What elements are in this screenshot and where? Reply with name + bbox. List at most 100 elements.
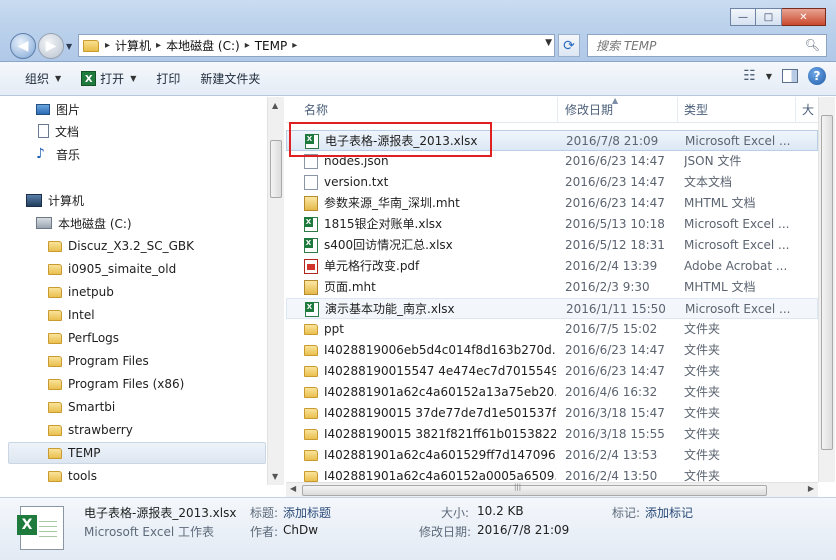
folder-icon [304, 345, 318, 356]
recent-pages-dropdown[interactable]: ▼ [66, 42, 72, 51]
refresh-button[interactable]: ⟳ [558, 34, 580, 57]
details-tags-value[interactable]: 添加标记 [645, 504, 693, 521]
nav-item-folder[interactable]: tools [48, 465, 97, 485]
file-row[interactable]: 演示基本功能_南京.xlsx 2016/1/11 15:50 Microsoft E… [286, 298, 818, 319]
column-name[interactable]: 名称 [298, 97, 558, 123]
nav-item-local-disk[interactable]: 本地磁盘 (C:) [36, 212, 132, 234]
folder-icon [304, 324, 318, 335]
scroll-thumb[interactable] [270, 140, 282, 198]
nav-item-folder[interactable]: Intel [48, 304, 95, 326]
nav-scrollbar[interactable]: ▲ ▼ [267, 97, 284, 485]
view-options-icon[interactable]: ☷ [743, 68, 756, 84]
file-date: 2016/3/18 15:47 [565, 406, 665, 420]
column-type[interactable]: 类型 [678, 97, 796, 123]
details-title-value[interactable]: 添加标题 [283, 504, 331, 521]
search-box[interactable]: 🔍︎ [587, 34, 827, 57]
file-name: I4028819006eb5d4c014f8d163b270d... [324, 343, 556, 357]
nav-item-documents[interactable]: 文档 [38, 120, 79, 142]
scroll-up-icon[interactable]: ▲ [272, 101, 278, 110]
folder-icon [304, 450, 318, 461]
nav-label: PerfLogs [68, 331, 120, 345]
details-modified-value: 2016/7/8 21:09 [477, 523, 570, 537]
breadcrumb-separator[interactable]: ▸ [292, 40, 297, 51]
help-icon[interactable]: ? [808, 67, 826, 85]
file-row[interactable]: I402881901a62c4a60152a0005a6509... 2016/2… [286, 466, 818, 482]
file-row[interactable]: I402881901a62c4a60152a13a75eb20... 2016/4… [286, 382, 818, 403]
folder-icon [48, 240, 62, 252]
file-row[interactable]: s400回访情况汇总.xlsx 2016/5/12 18:31 Microsoft … [286, 235, 818, 256]
file-row[interactable]: I4028819006eb5d4c014f8d163b270d... 2016/6… [286, 340, 818, 361]
file-type: 文件夹 [684, 427, 721, 441]
minimize-button[interactable]: — [730, 8, 756, 26]
close-button[interactable]: ✕ [782, 8, 826, 26]
scroll-left-icon[interactable]: ◀ [290, 484, 296, 493]
column-size[interactable]: 大 [796, 97, 818, 123]
breadcrumb-computer[interactable]: 计算机 [110, 37, 156, 54]
details-author-value[interactable]: ChDw [283, 523, 318, 537]
file-name: I402881901a62c4a60152a13a75eb20... [324, 385, 556, 399]
folder-icon [48, 332, 62, 344]
folder-icon [48, 355, 62, 367]
file-date: 2016/6/23 14:47 [565, 175, 665, 189]
file-list: 名称 ▲ 修改日期 类型 大 电子表格-源报表_2013.xlsx 2016/7/… [286, 97, 818, 482]
nav-item-folder[interactable]: i0905_simaite_old [48, 258, 176, 280]
forward-button[interactable]: ▶ [38, 33, 64, 59]
file-type: MHTML 文档 [684, 196, 756, 210]
file-row[interactable]: 单元格行改变.pdf 2016/2/4 13:39 Adobe Acrobat ..… [286, 256, 818, 277]
text-file-icon [304, 175, 318, 190]
chevron-down-icon: ▼ [55, 74, 62, 83]
nav-item-pictures[interactable]: 图片 [36, 98, 80, 120]
nav-item-folder[interactable]: Discuz_X3.2_SC_GBK [48, 235, 194, 257]
pictures-icon [36, 103, 50, 115]
file-type: 文件夹 [684, 406, 721, 420]
nav-item-folder[interactable]: Program Files [48, 350, 149, 372]
print-button[interactable]: 打印 [146, 67, 190, 91]
nav-item-temp[interactable]: TEMP [8, 442, 266, 464]
file-row[interactable]: 页面.mht 2016/2/3 9:30 MHTML 文档 [286, 277, 818, 298]
nav-item-folder[interactable]: inetpub [48, 281, 114, 303]
breadcrumb-local-disk[interactable]: 本地磁盘 (C:) [161, 37, 245, 54]
back-button[interactable]: ◀ [10, 33, 36, 59]
file-row[interactable]: 电子表格-源报表_2013.xlsx 2016/7/8 21:09 Microsof… [286, 130, 818, 151]
file-row[interactable]: 参数来源_华南_深圳.mht 2016/6/23 14:47 MHTML 文档 [286, 193, 818, 214]
maximize-button[interactable]: □ [756, 8, 782, 26]
scroll-right-icon[interactable]: ▶ [808, 484, 814, 493]
nav-item-music[interactable]: ♪ 音乐 [36, 143, 80, 165]
file-type: 文本文档 [684, 175, 733, 189]
folder-icon [48, 470, 62, 482]
nav-label: strawberry [68, 423, 133, 437]
nav-item-folder[interactable]: Smartbi [48, 396, 115, 418]
scroll-thumb[interactable] [821, 115, 833, 450]
file-row[interactable]: I40288190015547 4e474ec7d7015549... 2016/… [286, 361, 818, 382]
nav-item-folder[interactable]: Program Files (x86) [48, 373, 184, 395]
file-list-hscrollbar[interactable]: ◀ ||| ▶ [286, 482, 818, 497]
file-list-scrollbar[interactable] [818, 97, 835, 482]
nav-item-folder[interactable]: strawberry [48, 419, 133, 441]
open-button[interactable]: X 打开 ▼ [71, 67, 146, 91]
nav-item-computer[interactable]: 计算机 [26, 189, 84, 211]
breadcrumb-temp[interactable]: TEMP [250, 39, 293, 53]
file-row[interactable]: I40288190015 3821f821ff61b0153822... 2016… [286, 424, 818, 445]
file-row[interactable]: I40288190015 37de77de7d1e501537f... 2016/… [286, 403, 818, 424]
scroll-thumb[interactable] [302, 485, 767, 496]
chevron-down-icon[interactable]: ▼ [766, 72, 772, 81]
preview-pane-icon[interactable] [782, 69, 798, 83]
chevron-down-icon[interactable]: ▼ [130, 74, 136, 83]
file-row[interactable]: I402881901a62c4a601529ff7d147096d 2016/2/… [286, 445, 818, 466]
file-row[interactable]: version.txt 2016/6/23 14:47 文本文档 [286, 172, 818, 193]
nav-item-folder[interactable]: PerfLogs [48, 327, 119, 349]
scroll-down-icon[interactable]: ▼ [272, 472, 278, 481]
nav-label: TEMP [68, 446, 101, 460]
column-date[interactable]: 修改日期 [559, 97, 678, 123]
file-row[interactable]: 1815银企对账单.xlsx 2016/5/13 10:18 Microsoft E… [286, 214, 818, 235]
new-folder-button[interactable]: 新建文件夹 [190, 67, 270, 91]
chevron-down-icon[interactable]: ▼ [545, 38, 552, 48]
organize-button[interactable]: 组织 ▼ [15, 67, 71, 91]
search-input[interactable] [588, 35, 798, 56]
file-type: JSON 文件 [684, 154, 742, 168]
file-row[interactable]: ppt 2016/7/5 15:02 文件夹 [286, 319, 818, 340]
address-bar[interactable]: ▸ 计算机 ▸ 本地磁盘 (C:) ▸ TEMP ▸ ▼ [78, 34, 555, 57]
file-row[interactable]: nodes.json 2016/6/23 14:47 JSON 文件 [286, 151, 818, 172]
file-name: I40288190015 3821f821ff61b0153822... [324, 427, 556, 441]
details-size-value: 10.2 KB [477, 504, 524, 518]
